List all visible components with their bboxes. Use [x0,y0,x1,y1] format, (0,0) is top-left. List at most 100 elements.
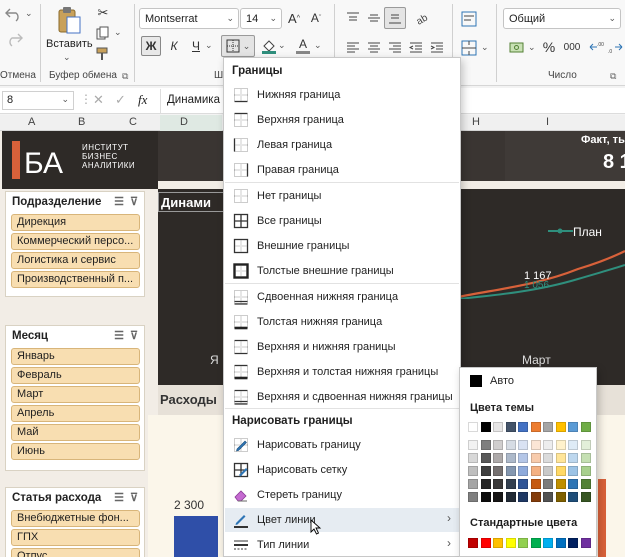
confirm-icon[interactable]: ✓ [115,92,126,108]
underline-button[interactable]: Ч [187,36,205,56]
theme-color-swatch[interactable] [530,422,541,432]
theme-color-shade-swatch[interactable] [580,440,591,450]
theme-color-shade-swatch[interactable] [543,440,553,450]
theme-color-swatch[interactable] [480,422,491,432]
theme-color-shade-swatch[interactable] [568,453,578,463]
theme-color-shade-swatch[interactable] [555,453,566,463]
column-header-b[interactable]: B [78,116,85,128]
formula-input[interactable]: Динамика [167,94,220,106]
theme-color-shade-swatch[interactable] [555,479,566,489]
slicer-item[interactable]: Логистика и сервис [11,252,140,269]
align-center-icon[interactable] [365,38,383,56]
theme-color-shade-swatch[interactable] [518,479,528,489]
currency-dropdown-icon[interactable]: ⌄ [528,42,536,53]
column-header-d[interactable]: D [180,116,188,128]
menu-item-border-double-bottom[interactable]: Сдвоенная нижняя граница [225,285,459,309]
slicer-item[interactable]: ГПХ [11,529,140,546]
undo-dropdown-icon[interactable]: ⌄ [25,8,33,19]
menu-item-eraser[interactable]: Стереть границу [225,483,459,507]
theme-color-shade-swatch[interactable] [468,453,478,463]
theme-color-shade-swatch[interactable] [580,453,591,463]
menu-item-border-top-thick-bottom[interactable]: Верхняя и толстая нижняя границы [225,360,459,384]
menu-item-border-top-double-bottom[interactable]: Верхняя и сдвоенная нижняя границы [225,385,459,409]
theme-color-shade-swatch[interactable] [568,466,578,476]
slicer-item[interactable]: Март [11,386,140,403]
theme-color-shade-swatch[interactable] [555,492,566,502]
theme-color-shade-swatch[interactable] [555,466,566,476]
slicer-item[interactable]: Коммерческий персо... [11,233,140,250]
underline-dropdown-icon[interactable]: ⌄ [205,40,213,51]
standard-color-swatch[interactable] [568,538,578,548]
bold-button[interactable]: Ж [141,36,161,56]
auto-color-option[interactable]: Авто [490,375,514,387]
theme-color-swatch[interactable] [543,422,553,432]
menu-item-border-outside[interactable]: Внешние границы [225,234,459,258]
copy-dropdown-icon[interactable]: ⌄ [114,27,122,38]
menu-item-border-bottom[interactable]: Нижняя граница [225,83,459,107]
theme-color-shade-swatch[interactable] [493,453,503,463]
standard-color-swatch[interactable] [543,538,553,548]
thousands-separator-button[interactable]: 000 [561,38,583,56]
theme-color-shade-swatch[interactable] [530,453,541,463]
theme-color-shade-swatch[interactable] [468,466,478,476]
cut-icon[interactable]: ✂ [94,4,112,22]
theme-color-swatch[interactable] [505,422,516,432]
theme-color-shade-swatch[interactable] [480,466,491,476]
theme-color-shade-swatch[interactable] [555,440,566,450]
slicer-item[interactable]: Январь [11,348,140,365]
slicer-item[interactable]: Производственный п... [11,271,140,288]
slicer-item[interactable]: Февраль [11,367,140,384]
clipboard-launcher-icon[interactable]: ⧉ [122,71,128,82]
menu-item-border-thick-bottom[interactable]: Толстая нижняя граница [225,310,459,334]
format-painter-icon[interactable] [94,45,112,63]
italic-button[interactable]: К [165,36,183,56]
column-header-c[interactable]: C [129,116,137,128]
paste-button[interactable]: Вставить [46,38,93,50]
theme-color-shade-swatch[interactable] [480,492,491,502]
theme-color-swatch[interactable] [580,422,591,432]
theme-color-shade-swatch[interactable] [480,453,491,463]
menu-item-border-right[interactable]: Правая граница [225,158,459,182]
theme-color-shade-swatch[interactable] [568,479,578,489]
number-launcher-icon[interactable]: ⧉ [610,71,616,82]
theme-color-shade-swatch[interactable] [468,479,478,489]
menu-item-border-all[interactable]: Все границы [225,209,459,233]
theme-color-shade-swatch[interactable] [580,479,591,489]
standard-color-swatch[interactable] [505,538,516,548]
theme-color-shade-swatch[interactable] [480,479,491,489]
theme-color-shade-swatch[interactable] [568,440,578,450]
slicer-item[interactable]: Дирекция [11,214,140,231]
multi-select-icon[interactable]: ☰ [114,329,124,342]
fill-color-dropdown-icon[interactable]: ⌄ [278,40,286,51]
theme-color-shade-swatch[interactable] [543,453,553,463]
theme-color-shade-swatch[interactable] [543,492,553,502]
auto-color-swatch[interactable] [470,375,482,387]
theme-color-swatch[interactable] [555,422,566,432]
menu-item-draw-border[interactable]: Нарисовать границу [225,433,459,457]
theme-color-shade-swatch[interactable] [568,492,578,502]
clear-filter-icon[interactable]: ⊽ [130,329,138,342]
theme-color-swatch[interactable] [518,422,528,432]
theme-color-shade-swatch[interactable] [518,440,528,450]
font-color-icon[interactable]: A [295,34,311,56]
theme-color-shade-swatch[interactable] [530,466,541,476]
decrease-decimal-icon[interactable]: .0 [607,38,623,56]
font-color-dropdown-icon[interactable]: ⌄ [314,40,322,51]
standard-color-swatch[interactable] [518,538,528,548]
theme-color-shade-swatch[interactable] [530,492,541,502]
menu-item-border-left[interactable]: Левая граница [225,133,459,157]
theme-color-shade-swatch[interactable] [493,440,503,450]
theme-color-swatch[interactable] [468,422,478,432]
align-bottom-icon[interactable] [384,7,406,29]
decrease-font-icon[interactable]: Aˇ [308,9,324,27]
standard-color-swatch[interactable] [530,538,541,548]
slicer-item[interactable]: Июнь [11,443,140,460]
theme-color-shade-swatch[interactable] [468,440,478,450]
wrap-text-icon[interactable] [459,9,479,29]
theme-color-shade-swatch[interactable] [580,466,591,476]
column-header-i[interactable]: I [546,116,549,128]
theme-color-shade-swatch[interactable] [493,466,503,476]
slicer-item[interactable]: Май [11,424,140,441]
standard-color-swatch[interactable] [468,538,478,548]
percent-button[interactable]: % [541,37,557,57]
